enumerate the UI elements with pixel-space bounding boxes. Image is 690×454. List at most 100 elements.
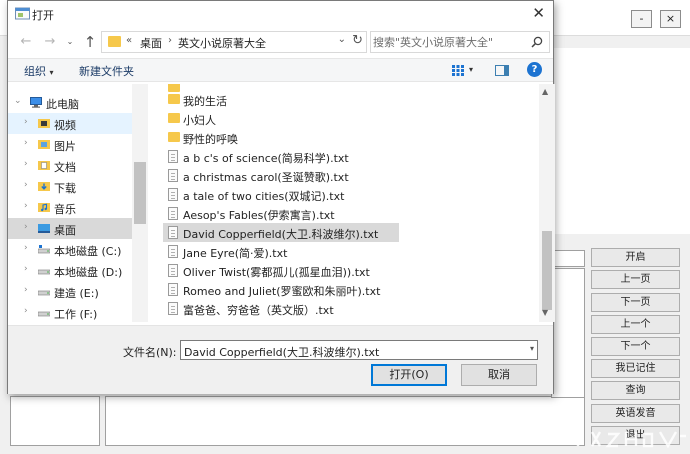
drive-icon — [38, 311, 50, 317]
back-arrow-icon[interactable]: ← — [17, 32, 35, 52]
collapsed-chevron-icon[interactable]: › — [24, 222, 28, 232]
cancel-button[interactable]: 取消 — [461, 364, 537, 386]
tree-scrollbar-thumb[interactable] — [134, 162, 146, 224]
background-text-area — [105, 396, 585, 446]
up-arrow-icon[interactable]: ↑ — [81, 32, 99, 52]
collapsed-chevron-icon[interactable]: › — [24, 138, 28, 148]
new-folder-button[interactable]: 新建文件夹 — [79, 63, 134, 79]
tree-item-drive-c[interactable]: › 本地磁盘 (C:) — [8, 239, 132, 260]
search-box[interactable] — [370, 31, 550, 53]
text-file-icon — [168, 188, 178, 201]
list-item[interactable]: 富爸爸、穷爸爸（英文版）.txt — [163, 299, 399, 318]
collapsed-chevron-icon[interactable]: › — [24, 243, 28, 253]
folder-icon — [168, 113, 180, 123]
recent-locations-chevron-icon[interactable]: ⌄ — [61, 32, 79, 52]
tree-item-label: 建造 (E:) — [54, 287, 99, 300]
scroll-down-icon[interactable]: ▼ — [542, 308, 548, 317]
tree-item-documents[interactable]: › 文档 — [8, 155, 132, 176]
tree-item-music[interactable]: › 音乐 — [8, 197, 132, 218]
open-button[interactable]: 打开(O) — [371, 364, 447, 386]
close-button[interactable]: × — [660, 10, 681, 28]
text-file-icon — [168, 245, 178, 258]
list-item[interactable]: Oliver Twist(雾都孤儿(孤星血泪)).txt — [163, 261, 399, 280]
expanded-chevron-icon[interactable]: ⌄ — [14, 96, 22, 106]
next-page-button[interactable]: 下一页 — [591, 293, 680, 312]
tree-item-drive-d[interactable]: › 本地磁盘 (D:) — [8, 260, 132, 281]
tree-item-drive-f[interactable]: › 工作 (F:) — [8, 302, 132, 322]
filename-combobox[interactable]: David Copperfield(大卫.科波维尔).txt ▾ — [180, 340, 538, 360]
next-item-button[interactable]: 下一个 — [591, 337, 680, 356]
list-item[interactable]: a tale of two cities(双城记).txt — [163, 185, 399, 204]
list-item[interactable]: Jane Eyre(简·爱).txt — [163, 242, 399, 261]
preview-pane-icon[interactable] — [495, 65, 509, 76]
tree-item-label: 音乐 — [54, 203, 76, 216]
minimize-button[interactable]: - — [631, 10, 652, 28]
view-options-caret-icon[interactable]: ▾ — [469, 65, 473, 74]
memorized-button[interactable]: 我已记住 — [591, 359, 680, 378]
pictures-folder-icon — [38, 140, 50, 149]
text-file-icon — [168, 283, 178, 296]
collapsed-chevron-icon[interactable]: › — [24, 264, 28, 274]
file-list-scrollbar[interactable]: ▲ ▼ — [539, 84, 555, 322]
collapsed-chevron-icon[interactable]: › — [24, 117, 28, 127]
help-icon[interactable]: ? — [527, 62, 542, 77]
file-name: David Copperfield(大卫.科波维尔).txt — [183, 228, 379, 241]
breadcrumb-current-folder[interactable]: 英文小说原著大全 — [178, 35, 266, 51]
list-item[interactable]: Romeo and Juliet(罗蜜欧和朱丽叶).txt — [163, 280, 399, 299]
watermark-logo-icon — [551, 429, 686, 449]
file-list-scrollbar-thumb[interactable] — [542, 231, 552, 310]
start-button[interactable]: 开启 — [591, 248, 680, 267]
file-name: 富爸爸、穷爸爸（英文版）.txt — [183, 304, 334, 317]
list-item[interactable]: a christmas carol(圣诞赞歌).txt — [163, 166, 399, 185]
list-item[interactable]: 我的生活 — [163, 90, 399, 109]
dialog-close-icon[interactable]: ✕ — [532, 4, 545, 22]
file-name: Romeo and Juliet(罗蜜欧和朱丽叶).txt — [183, 285, 381, 298]
forward-arrow-icon[interactable]: → — [41, 32, 59, 52]
tree-item-drive-e[interactable]: › 建造 (E:) — [8, 281, 132, 302]
file-name: Jane Eyre(简·爱).txt — [183, 247, 288, 260]
address-bar[interactable]: « 桌面 › 英文小说原著大全 ⌄ ↻ — [101, 31, 367, 53]
file-name: Oliver Twist(雾都孤儿(孤星血泪)).txt — [183, 266, 370, 279]
address-folder-icon — [108, 36, 121, 47]
tree-item-label: 工作 (F:) — [54, 308, 98, 321]
previous-item-button[interactable]: 上一个 — [591, 315, 680, 334]
view-options-icon[interactable] — [452, 65, 464, 76]
search-icon[interactable] — [531, 36, 543, 48]
drive-icon — [38, 245, 50, 254]
collapsed-chevron-icon[interactable]: › — [24, 285, 28, 295]
tree-item-this-pc[interactable]: ⌄ 此电脑 — [8, 92, 132, 113]
search-input[interactable] — [373, 34, 523, 50]
breadcrumb-desktop[interactable]: 桌面 — [140, 35, 162, 51]
refresh-icon[interactable]: ↻ — [352, 33, 363, 48]
tree-item-label: 本地磁盘 (D:) — [54, 266, 123, 279]
file-name: a tale of two cities(双城记).txt — [183, 190, 345, 203]
tree-scrollbar[interactable] — [132, 84, 148, 322]
list-item-selected[interactable]: David Copperfield(大卫.科波维尔).txt — [163, 223, 399, 242]
collapsed-chevron-icon[interactable]: › — [24, 306, 28, 316]
collapsed-chevron-icon[interactable]: › — [24, 159, 28, 169]
tree-item-downloads[interactable]: › 下载 — [8, 176, 132, 197]
list-item[interactable]: Aesop's Fables(伊索寓言).txt — [163, 204, 399, 223]
list-item[interactable]: 小妇人 — [163, 109, 399, 128]
filename-value[interactable]: David Copperfield(大卫.科波维尔).txt — [184, 344, 379, 360]
tree-item-pictures[interactable]: › 图片 — [8, 134, 132, 155]
list-item[interactable]: a b c's of science(简易科学).txt — [163, 147, 399, 166]
dialog-footer: 文件名(N): David Copperfield(大卫.科波维尔).txt ▾… — [8, 325, 553, 394]
documents-folder-icon — [38, 161, 50, 170]
list-item[interactable]: 野性的呼唤 — [163, 128, 399, 147]
organize-menu[interactable]: 组织 ▾ — [24, 63, 54, 79]
pronounce-button[interactable]: 英语发音 — [591, 404, 680, 423]
file-name: 我的生活 — [183, 95, 227, 108]
previous-page-button[interactable]: 上一页 — [591, 270, 680, 289]
address-dropdown-icon[interactable]: ⌄ — [338, 34, 346, 45]
scroll-up-icon[interactable]: ▲ — [542, 87, 548, 96]
collapsed-chevron-icon[interactable]: › — [24, 201, 28, 211]
collapsed-chevron-icon[interactable]: › — [24, 180, 28, 190]
text-file-icon — [168, 226, 178, 239]
tree-item-videos[interactable]: › 视频 — [8, 113, 132, 134]
background-input[interactable] — [553, 250, 585, 267]
tree-item-desktop[interactable]: › 桌面 — [8, 218, 132, 239]
chevron-down-icon[interactable]: ▾ — [530, 344, 534, 353]
query-button[interactable]: 查询 — [591, 381, 680, 400]
file-name: a christmas carol(圣诞赞歌).txt — [183, 171, 349, 184]
